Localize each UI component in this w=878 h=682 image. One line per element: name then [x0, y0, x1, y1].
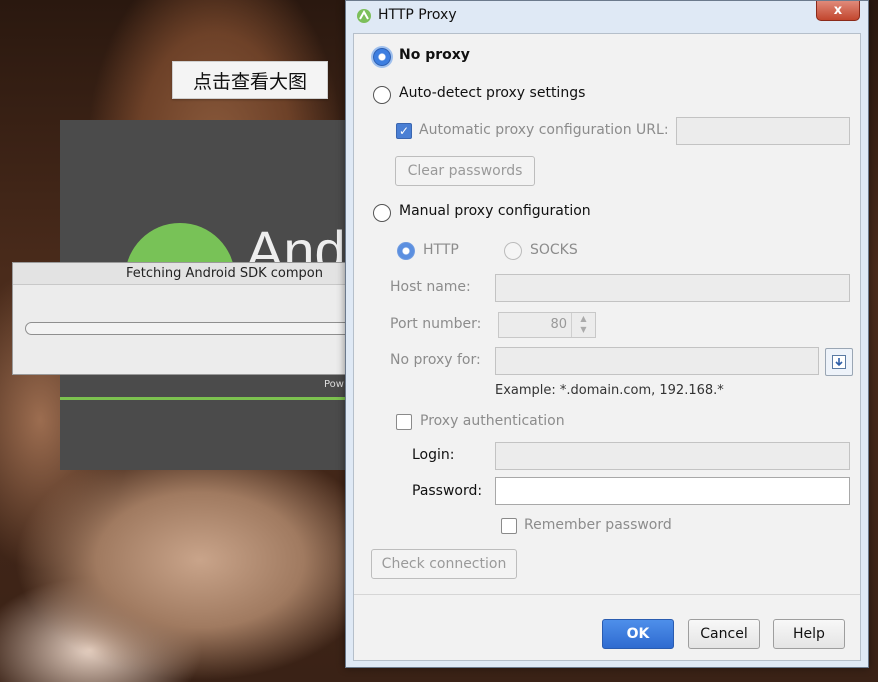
close-button[interactable]: x [816, 1, 860, 21]
login-input[interactable] [495, 442, 850, 470]
dialog-title: HTTP Proxy [378, 7, 457, 23]
no-proxy-radio[interactable] [373, 48, 391, 66]
port-number-value: 80 [550, 317, 567, 332]
no-proxy-for-label: No proxy for: [390, 352, 481, 368]
fetching-dialog-title: Fetching Android SDK compon [13, 263, 356, 285]
auto-detect-label[interactable]: Auto-detect proxy settings [399, 85, 585, 101]
manual-proxy-label[interactable]: Manual proxy configuration [399, 203, 591, 219]
http-radio[interactable] [397, 242, 415, 260]
socks-radio[interactable] [504, 242, 522, 260]
proxy-auth-checkbox[interactable] [396, 414, 412, 430]
close-icon: x [833, 3, 843, 18]
check-connection-button[interactable]: Check connection [371, 549, 517, 579]
splash-powered-text: Pow [324, 379, 344, 390]
view-large-image-label[interactable]: 点击查看大图 [172, 61, 328, 99]
android-studio-icon [357, 9, 371, 23]
remember-password-checkbox[interactable] [501, 518, 517, 534]
expand-field-icon [832, 355, 846, 369]
no-proxy-label[interactable]: No proxy [399, 47, 470, 63]
port-number-spinner[interactable]: 80 ▲ ▼ [498, 312, 596, 338]
auto-config-url-field[interactable] [676, 117, 850, 145]
dialog-content: No proxy Auto-detect proxy settings ✓ Au… [353, 33, 861, 661]
password-input[interactable] [495, 477, 850, 505]
help-button[interactable]: Help [773, 619, 845, 649]
expand-field-button[interactable] [825, 348, 853, 376]
port-number-label: Port number: [390, 316, 482, 332]
auto-detect-radio[interactable] [373, 86, 391, 104]
socks-label[interactable]: SOCKS [530, 242, 578, 258]
cancel-button[interactable]: Cancel [688, 619, 760, 649]
fetching-progress-bar [25, 322, 365, 335]
spinner-arrows-icon[interactable]: ▲ ▼ [571, 313, 595, 337]
login-label: Login: [412, 447, 455, 463]
no-proxy-for-input[interactable] [495, 347, 819, 375]
auto-config-url-label: Automatic proxy configuration URL: [419, 122, 669, 138]
http-proxy-dialog: HTTP Proxy x No proxy Auto-detect proxy … [345, 0, 869, 668]
auto-config-url-checkbox[interactable]: ✓ [396, 123, 412, 139]
splash-progress-line [60, 397, 360, 400]
title-bar[interactable]: HTTP Proxy x [346, 1, 868, 31]
button-separator [354, 594, 860, 595]
password-label: Password: [412, 483, 483, 499]
fetching-sdk-dialog: Fetching Android SDK compon [12, 262, 365, 375]
remember-password-label[interactable]: Remember password [524, 517, 672, 533]
host-name-input[interactable] [495, 274, 850, 302]
http-label[interactable]: HTTP [423, 242, 459, 258]
clear-passwords-button[interactable]: Clear passwords [395, 156, 535, 186]
host-name-label: Host name: [390, 279, 471, 295]
manual-proxy-radio[interactable] [373, 204, 391, 222]
no-proxy-example-text: Example: *.domain.com, 192.168.* [495, 383, 724, 398]
ok-button[interactable]: OK [602, 619, 674, 649]
proxy-auth-label[interactable]: Proxy authentication [420, 413, 565, 429]
